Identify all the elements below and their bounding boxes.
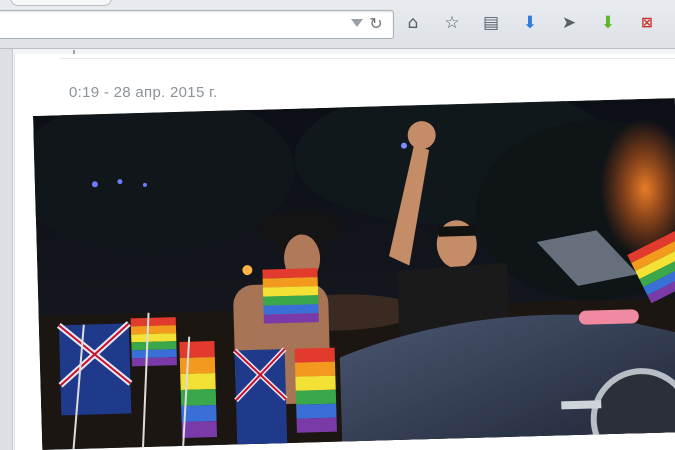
post-timestamp[interactable]: 0:19 - 28 апр. 2015 г. [69,84,217,101]
post-divider [60,58,675,59]
bookmark-star-icon[interactable]: ☆ [439,10,465,36]
extension-icon[interactable]: ⊠ [634,10,660,36]
green-download-icon[interactable]: ⬇ [595,10,621,36]
url-bar[interactable]: ↻ [0,10,394,39]
reading-list-icon[interactable]: ▤ [478,10,504,36]
url-history-dropdown-icon[interactable] [351,19,363,27]
post-marker [73,50,75,54]
toolbar-icon-group: ⌂ ☆ ▤ ⬇ ➤ ⬇ ⊠ [400,10,673,36]
send-icon[interactable]: ➤ [556,10,582,36]
window-left-edge [0,49,13,450]
reload-icon[interactable]: ↻ [367,15,385,33]
browser-tab[interactable] [10,0,112,6]
browser-toolbar: ↻ ⌂ ☆ ▤ ⬇ ➤ ⬇ ⊠ [0,0,675,49]
home-icon[interactable]: ⌂ [400,10,426,36]
download-arrow-icon[interactable]: ⬇ [517,10,543,36]
post-photo[interactable] [33,98,675,450]
